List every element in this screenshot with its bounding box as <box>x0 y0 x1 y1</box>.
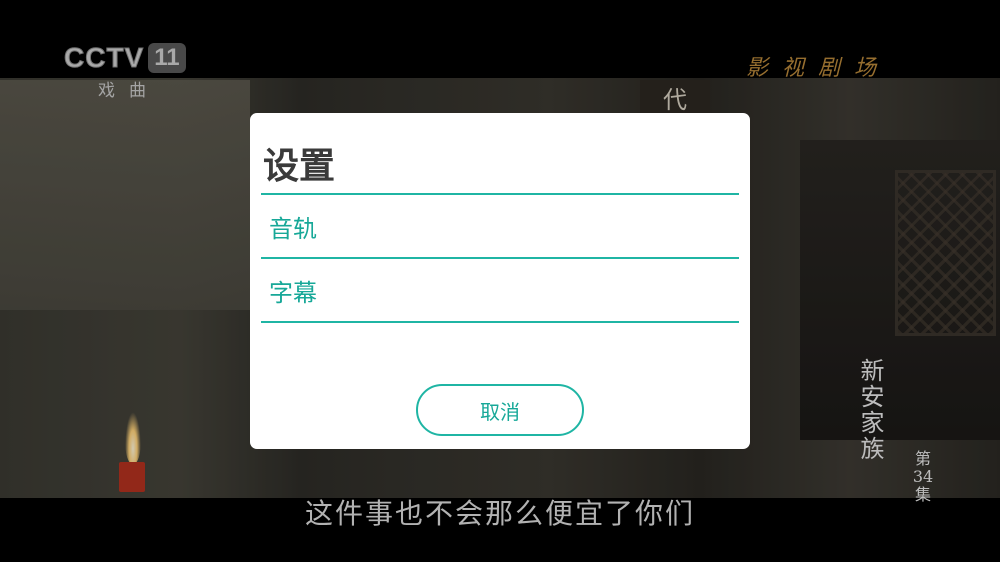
audio-track-label: 音轨 <box>269 214 317 243</box>
cancel-button[interactable]: 取消 <box>416 384 584 436</box>
video-player-screen: 代 CCTV 11 戏曲 影视剧场 新安家族 第 34 集 这件事也不会那么便宜… <box>0 0 1000 562</box>
dialog-title: 设置 <box>261 113 739 195</box>
subtitle-label: 字幕 <box>269 278 317 307</box>
subtitle-option[interactable]: 字幕 <box>261 259 739 323</box>
settings-dialog: 设置 音轨 字幕 取消 <box>250 113 750 449</box>
audio-track-option[interactable]: 音轨 <box>261 195 739 259</box>
